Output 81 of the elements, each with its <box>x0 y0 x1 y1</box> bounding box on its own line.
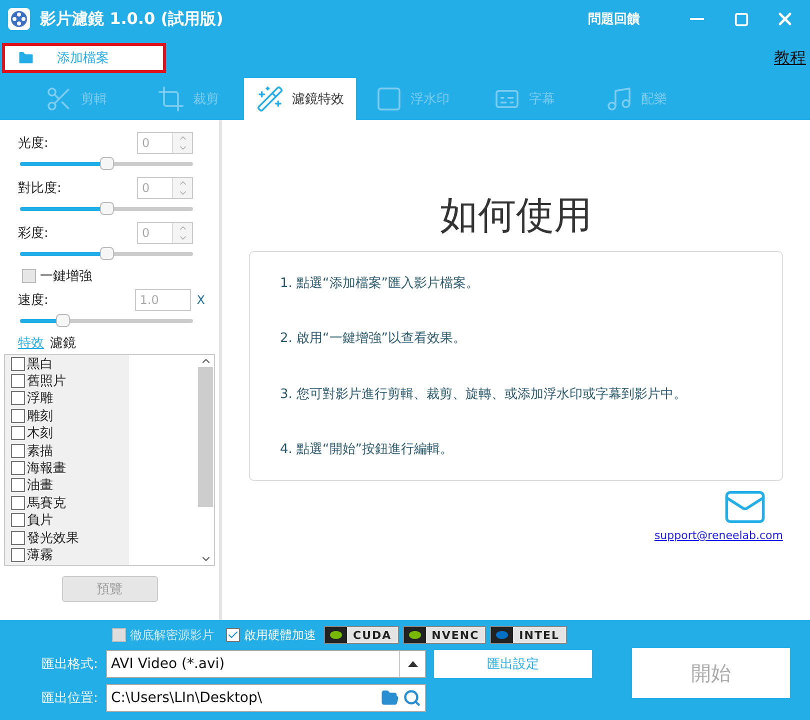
checkbox[interactable] <box>226 628 240 642</box>
tab[interactable]: 字幕 <box>468 78 580 120</box>
slider-thumb[interactable] <box>56 314 70 326</box>
folder-icon[interactable] <box>381 689 399 707</box>
effect-label: 馬賽克 <box>27 494 66 512</box>
help-step: 4. 點選“開始”按鈕進行編輯。 <box>280 440 752 458</box>
check-icon <box>227 629 239 641</box>
format-dropdown[interactable]: AVI Video (*.avi) <box>106 650 426 678</box>
effect-tab[interactable]: 濾鏡 <box>50 334 76 352</box>
window-title: 影片濾鏡 1.0.0 (試用版) <box>40 8 224 30</box>
effect-label: 薄霧 <box>27 547 53 564</box>
help-step: 3. 您可對影片進行剪輯、裁剪、旋轉、或添加浮水印或字幕到影片中。 <box>280 384 752 403</box>
adjustment-label: 對比度: <box>18 180 62 197</box>
tab[interactable]: 剪輯 <box>20 78 132 120</box>
help-step: 2. 啟用“一鍵增強”以查看效果。 <box>280 329 752 348</box>
effect-label: 油畫 <box>27 477 53 494</box>
effect-label: 浮雕 <box>27 390 53 408</box>
tab[interactable]: 裁剪 <box>132 78 244 120</box>
location-label: 匯出位置: <box>40 690 99 707</box>
magic-wand-icon <box>256 85 284 113</box>
location-field[interactable]: C:\Users\LIn\Desktop\ <box>106 684 426 712</box>
feedback-link[interactable]: 問題回饋 <box>588 10 640 28</box>
film-reel-icon <box>8 8 30 30</box>
tab[interactable]: 配樂 <box>580 78 692 120</box>
checkbox[interactable] <box>11 374 25 388</box>
tab[interactable]: 濾鏡特效 <box>244 78 356 120</box>
maximize-icon <box>734 12 748 26</box>
effect-label: 黑白 <box>27 356 53 373</box>
accelerator-badge: NVENC <box>402 626 486 644</box>
effect-label: 海報畫 <box>27 460 66 478</box>
adjustment-label: 光度: <box>18 135 48 152</box>
number-field[interactable]: 0 <box>137 222 193 244</box>
slider-thumb[interactable] <box>100 246 114 260</box>
checkbox[interactable] <box>11 426 25 440</box>
email-link[interactable]: support@reneelab.com <box>654 529 783 542</box>
accelerator-badge: INTEL <box>490 626 566 644</box>
tutorial-link[interactable]: 教程 <box>774 48 806 68</box>
effect-tab[interactable]: 特效 <box>18 334 44 352</box>
checkbox[interactable] <box>11 478 25 492</box>
speed-label: 速度: <box>18 292 48 309</box>
checkbox[interactable] <box>11 356 25 371</box>
preview-button[interactable]: 預覽 <box>62 576 158 602</box>
option-label: 徹底解密源影片 <box>130 626 214 644</box>
checkbox[interactable] <box>11 444 25 458</box>
effect-label: 負片 <box>27 512 53 530</box>
unit-label: X <box>196 293 205 307</box>
accelerator-badge: CUDA <box>324 626 399 644</box>
checkbox[interactable] <box>11 496 25 510</box>
add-file-button[interactable]: 添加檔案 <box>2 43 166 73</box>
slider-thumb[interactable] <box>100 156 114 170</box>
checkbox[interactable] <box>11 461 25 476</box>
export-settings-button[interactable]: 匯出設定 <box>434 650 592 678</box>
help-title: 如何使用 <box>440 192 592 239</box>
number-field[interactable]: 0 <box>137 177 193 199</box>
option-label: 啟用硬體加速 <box>244 626 316 644</box>
effect-label: 木刻 <box>27 425 53 442</box>
crop-icon <box>157 85 185 113</box>
checkbox[interactable] <box>11 530 25 545</box>
format-label: 匯出格式: <box>40 656 99 673</box>
effect-label: 素描 <box>27 442 53 460</box>
checkbox[interactable] <box>11 391 25 406</box>
checkbox[interactable] <box>11 408 25 423</box>
slider-thumb[interactable] <box>100 202 114 214</box>
minimize-icon <box>690 18 704 20</box>
number-field[interactable]: 0 <box>137 132 193 154</box>
checkbox[interactable] <box>11 548 25 562</box>
search-icon[interactable] <box>403 689 421 707</box>
checkbox[interactable] <box>11 513 25 528</box>
frame-icon <box>374 85 402 113</box>
music-note-icon <box>605 85 633 113</box>
effect-label: 雕刻 <box>27 408 53 425</box>
effect-label: 發光效果 <box>27 530 79 547</box>
caret-icon <box>408 661 418 667</box>
help-step: 1. 點選“添加檔案”匯入影片檔案。 <box>280 274 752 292</box>
start-button[interactable]: 開始 <box>632 648 790 698</box>
checkbox-label: 一鍵增強 <box>40 268 92 285</box>
speed-field[interactable]: 1.0 <box>134 289 191 311</box>
effect-label: 舊照片 <box>27 373 66 390</box>
adjustment-label: 彩度: <box>18 225 48 242</box>
tab[interactable]: 浮水印 <box>356 78 468 120</box>
checkbox[interactable] <box>22 269 36 283</box>
